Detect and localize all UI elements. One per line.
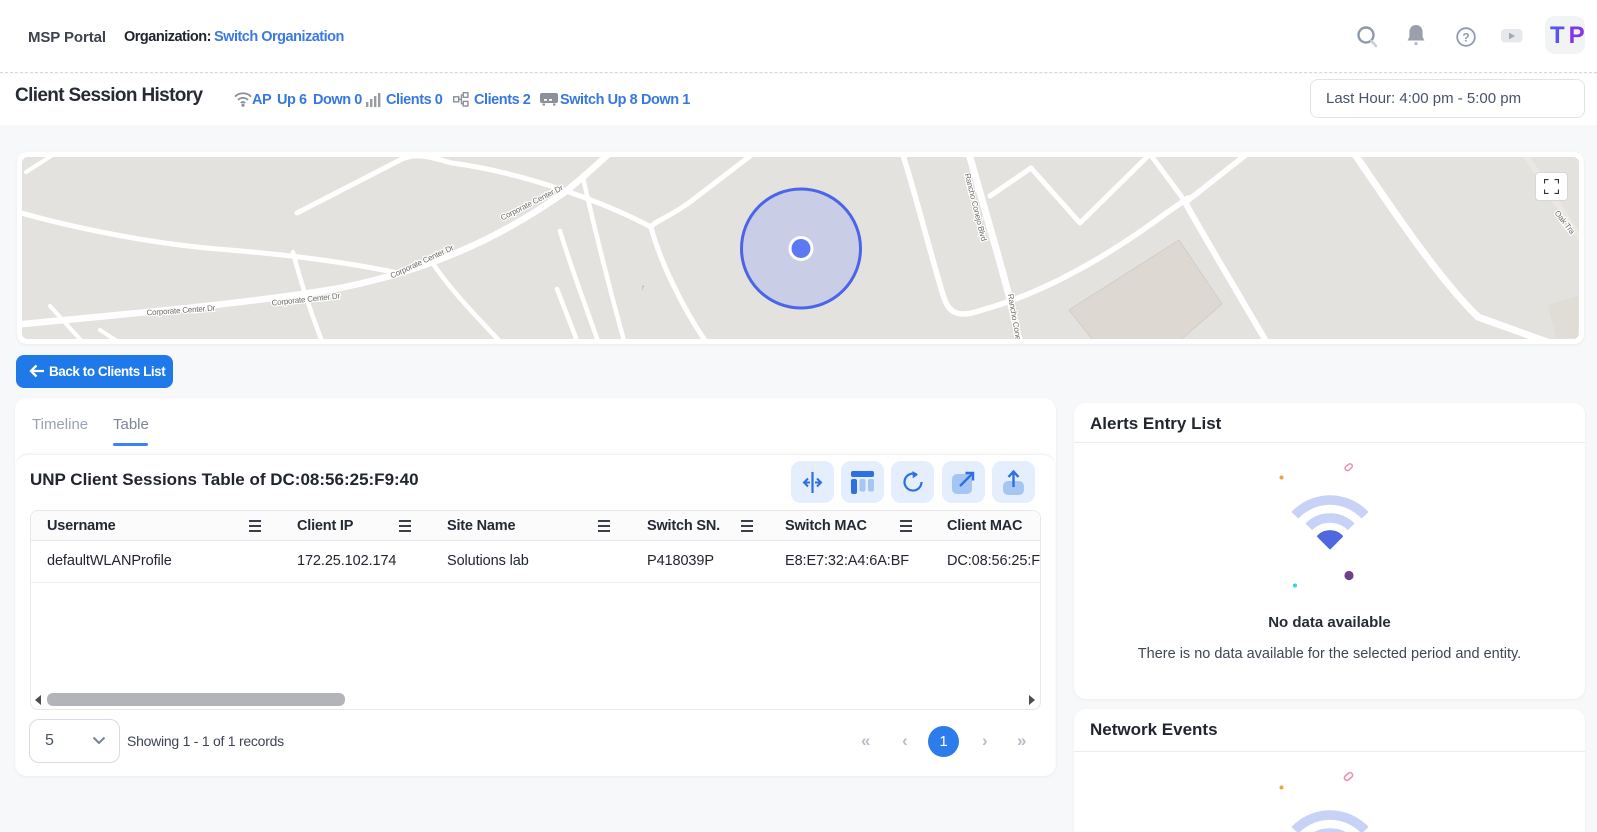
svg-text:?: ? <box>1462 31 1469 45</box>
